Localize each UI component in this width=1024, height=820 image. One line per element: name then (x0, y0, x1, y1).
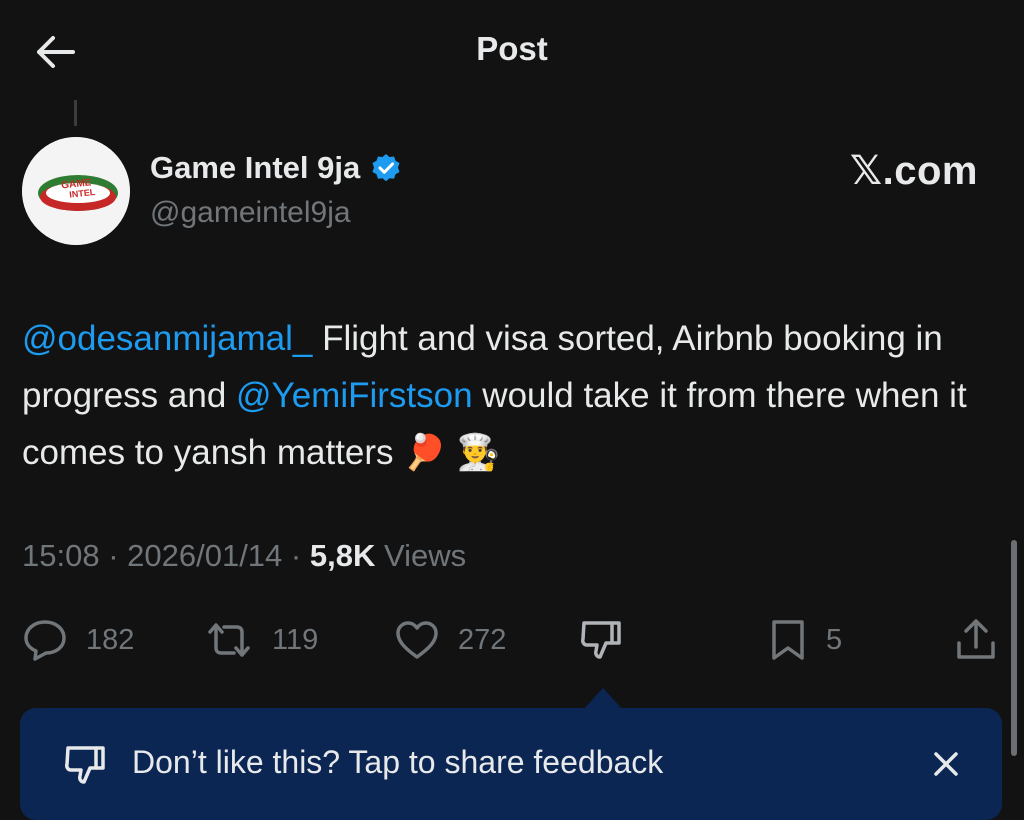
tweet-body: @odesanmijamal_ Flight and visa sorted, … (22, 310, 1002, 481)
author-name-row: Game Intel 9ja (150, 150, 402, 186)
banner-close-button[interactable] (926, 744, 966, 784)
banner-pointer (583, 688, 623, 710)
author-display-name[interactable]: Game Intel 9ja (150, 150, 360, 186)
verified-badge-icon (372, 154, 400, 182)
views-count[interactable]: 5,8K (310, 538, 375, 573)
banner-icon-wrap (62, 742, 108, 793)
mention-link[interactable]: @odesanmijamal_ (22, 319, 312, 358)
feedback-banner[interactable]: Don’t like this? Tap to share feedback (20, 708, 1002, 820)
scrollbar[interactable] (1011, 540, 1017, 756)
tweet-date[interactable]: 2026/01/14 (127, 538, 282, 573)
close-icon (934, 752, 958, 776)
share-icon (957, 619, 995, 659)
reply-button[interactable]: 182 (22, 608, 134, 672)
thumbs-down-icon (581, 621, 621, 659)
repost-button[interactable]: 119 (204, 608, 318, 672)
tweet-action-bar: 182 119 272 5 (0, 608, 1024, 672)
page-title: Post (476, 30, 548, 67)
like-button[interactable]: 272 (394, 608, 506, 672)
thread-connector-line (74, 100, 77, 126)
thumbs-down-icon (65, 746, 105, 784)
views-label: Views (375, 538, 467, 573)
author-handle[interactable]: @gameintel9ja (150, 196, 351, 230)
bookmark-icon (772, 620, 804, 660)
reply-count: 182 (86, 623, 135, 656)
feedback-banner-text[interactable]: Don’t like this? Tap to share feedback (132, 744, 663, 781)
bookmark-count: 5 (826, 623, 843, 656)
tweet-emojis: 🏓 👨‍🍳 (403, 433, 501, 472)
mention-link[interactable]: @YemiFirstson (236, 376, 473, 415)
repost-count: 119 (272, 623, 319, 656)
tweet-meta: 15:08 · 2026/01/14 · 5,8K Views (22, 538, 466, 574)
share-button[interactable] (954, 608, 998, 672)
bookmark-button[interactable]: 5 (768, 608, 842, 672)
reply-icon (24, 620, 66, 661)
repost-icon (208, 623, 250, 657)
tweet-time[interactable]: 15:08 (22, 538, 100, 573)
meta-separator: · (282, 538, 310, 573)
game-intel-logo: GAME INTEL (22, 137, 130, 245)
x-brand-label: 𝕏.com (849, 149, 978, 193)
meta-separator: · (99, 538, 128, 573)
avatar[interactable]: GAME INTEL (22, 137, 130, 245)
heart-icon (396, 621, 438, 659)
top-bar: Post (0, 0, 1024, 104)
like-count: 272 (458, 623, 507, 656)
dislike-button[interactable] (578, 608, 624, 672)
